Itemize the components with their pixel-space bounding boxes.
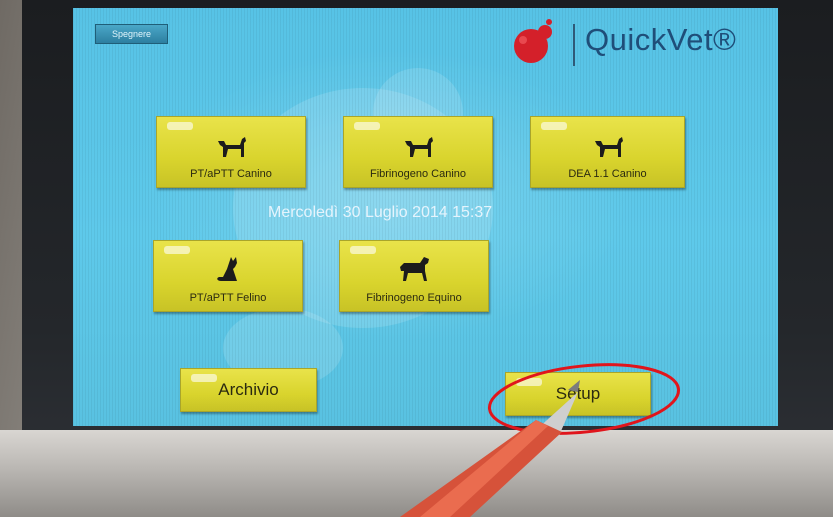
- test-button-fibrinogeno-equino[interactable]: Fibrinogeno Equino: [339, 240, 489, 312]
- setup-button-label: Setup: [555, 384, 601, 403]
- dog-icon: [405, 137, 433, 157]
- horse-icon: [400, 257, 429, 281]
- test-button-label: Fibrinogeno Canino: [369, 168, 466, 180]
- test-button-fibrinogeno-canino[interactable]: Fibrinogeno Canino: [343, 116, 493, 188]
- test-button-pt-aptt-felino[interactable]: PT/aPTT Felino: [153, 240, 303, 312]
- button-gloss: [350, 246, 376, 254]
- button-gloss: [164, 246, 190, 254]
- test-button-pt-aptt-canino[interactable]: PT/aPTT Canino: [156, 116, 306, 188]
- cat-icon: [217, 257, 237, 281]
- device-frame-bottom: [0, 430, 833, 517]
- logo-separator: [573, 24, 575, 66]
- test-button-label: Fibrinogeno Equino: [366, 292, 462, 304]
- test-button-dea-canino[interactable]: DEA 1.1 Canino: [530, 116, 685, 188]
- photo-scene: Spegnere QuickVet® PT/aPTT Canino Fibrin…: [0, 0, 833, 517]
- dog-icon: [594, 137, 623, 157]
- test-button-label: PT/aPTT Felino: [189, 292, 267, 304]
- quickvet-logo: QuickVet®: [509, 14, 778, 70]
- logo-text: QuickVet®: [585, 22, 737, 57]
- button-gloss: [541, 122, 567, 130]
- test-button-label: DEA 1.1 Canino: [568, 168, 647, 180]
- archive-button[interactable]: Archivio: [180, 368, 317, 412]
- logo-mark-icon: [514, 19, 552, 63]
- datetime-display: Mercoledì 30 Luglio 2014 15:37: [268, 204, 493, 221]
- test-button-label: PT/aPTT Canino: [190, 168, 272, 180]
- power-off-button[interactable]: Spegnere: [95, 24, 168, 44]
- setup-button[interactable]: Setup: [505, 372, 651, 416]
- dog-icon: [218, 137, 246, 157]
- archive-button-label: Archivio: [218, 380, 279, 399]
- touch-screen: Spegnere QuickVet® PT/aPTT Canino Fibrin…: [73, 8, 778, 426]
- button-gloss: [167, 122, 193, 130]
- button-gloss: [354, 122, 380, 130]
